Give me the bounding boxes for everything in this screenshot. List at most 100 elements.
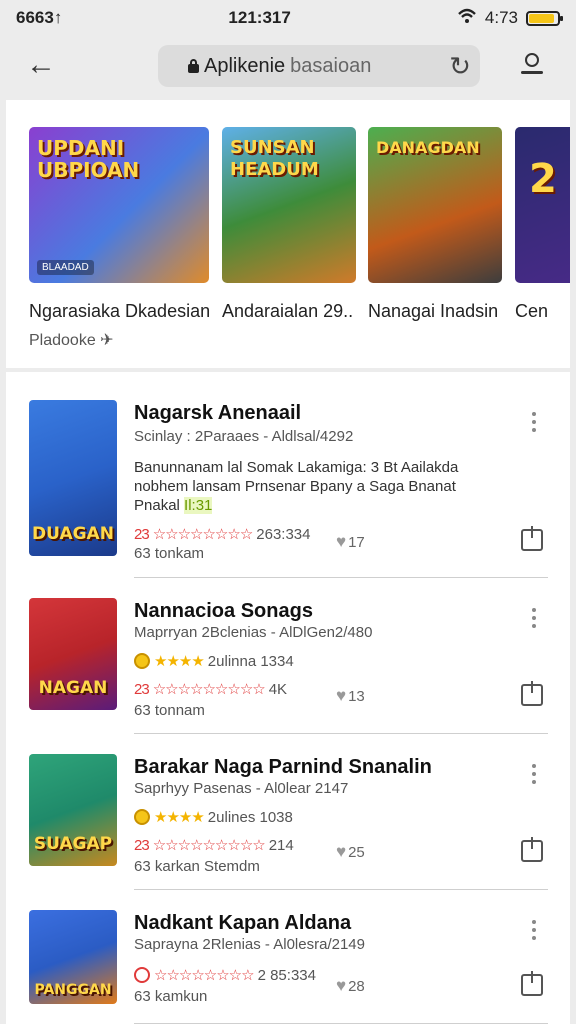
app-icon[interactable]: NAGAN <box>29 598 117 710</box>
featured-title: Nanagai Inadsin <box>368 301 499 321</box>
app-description-highlight: Il:31 <box>184 497 213 514</box>
wifi-icon <box>457 8 477 29</box>
gold-rating-line: ★★★★ 2ulinna 1334 <box>134 652 294 670</box>
featured-title: Andaraialan 29.. <box>222 301 354 321</box>
likes-count: 28 <box>348 978 365 995</box>
gold-star-icon: ★★★★ <box>154 809 205 826</box>
url-path: basaioan <box>290 54 372 77</box>
share-icon[interactable] <box>521 971 543 996</box>
star-rating-icon: ☆☆☆☆☆☆☆☆☆ <box>152 681 266 698</box>
gold-star-icon: ★★★★ <box>154 653 205 670</box>
share-icon[interactable] <box>521 526 543 551</box>
rating-count: 2 85:334 <box>257 966 316 984</box>
app-description-text: Banunnanam lal Somak Lakamiga: 3 Bt Aail… <box>134 459 459 514</box>
likes[interactable]: ♥ 28 <box>336 976 365 996</box>
more-options-icon[interactable] <box>524 608 544 634</box>
app-meta: Scinlay : 2Paraaes - Aldlsal/4292 <box>134 428 354 445</box>
likes-count: 17 <box>348 534 365 551</box>
status-bar: 6663↑ 121:317 4:73 <box>0 0 576 36</box>
featured-thumbnail[interactable]: DANAGDAN <box>368 127 502 283</box>
featured-title: Cen <box>515 301 549 321</box>
reload-icon[interactable]: ↻ <box>446 52 474 80</box>
rating-prefix: 23 <box>134 836 150 854</box>
download-count: 63 karkan Stemdm <box>134 858 260 875</box>
featured-logo: SUNSAN HEADUM <box>230 137 319 180</box>
share-icon[interactable] <box>521 837 543 862</box>
rating-line: 23 ☆☆☆☆☆☆☆☆☆ 214 <box>134 836 294 855</box>
app-name[interactable]: Nadkant Kapan Aldana <box>134 912 351 935</box>
list-item[interactable]: PANGGAN Nadkant Kapan Aldana Saprayna 2R… <box>6 890 570 1024</box>
coin-icon <box>134 809 150 825</box>
app-icon-text: PANGGAN <box>34 982 112 998</box>
likes[interactable]: ♥ 25 <box>336 842 365 862</box>
featured-thumbnail[interactable]: SUNSAN HEADUM <box>222 127 356 283</box>
list-item[interactable]: SUAGAP Barakar Naga Parnind Snanalin Sap… <box>6 734 570 890</box>
rating-prefix: 23 <box>134 680 150 698</box>
more-options-icon[interactable] <box>524 920 544 946</box>
rating-count: 214 <box>268 836 294 854</box>
list-item[interactable]: NAGAN Nannacioa Sonags Maprryan 2Bclenia… <box>6 578 570 734</box>
featured-title: Ngarasiaka Dkadesian <box>29 301 211 321</box>
account-icon[interactable] <box>516 50 548 82</box>
heart-icon: ♥ <box>336 532 347 551</box>
address-bar[interactable]: Aplikenie basaioan ↻ <box>158 45 480 87</box>
browser-toolbar: ← Aplikenie basaioan ↻ <box>0 36 576 96</box>
featured-item[interactable]: SUNSAN HEADUM Andaraialan 29.. <box>222 127 356 322</box>
url-host: Aplikenie <box>204 54 286 77</box>
likes[interactable]: ♥ 17 <box>336 532 365 552</box>
star-rating-icon: ☆☆☆☆☆☆☆☆ <box>154 967 255 984</box>
app-icon[interactable]: SUAGAP <box>29 754 117 866</box>
app-name[interactable]: Barakar Naga Parnind Snanalin <box>134 756 432 779</box>
list-item[interactable]: DUAGAN Nagarsk Anenaail Scinlay : 2Paraa… <box>6 372 570 578</box>
app-meta: Saprayna 2Rlenias - Al0lesra/2149 <box>134 936 365 953</box>
app-icon[interactable]: DUAGAN <box>29 400 117 556</box>
app-meta: Saprhyy Pasenas - Al0lear 2147 <box>134 780 349 797</box>
star-rating-icon: ☆☆☆☆☆☆☆☆ <box>152 526 254 543</box>
rating-count: 263:334 <box>256 525 311 543</box>
featured-item[interactable]: DANAGDAN Nanagai Inadsin <box>368 127 502 322</box>
back-arrow-icon[interactable]: ← <box>22 50 60 82</box>
more-options-icon[interactable] <box>524 412 544 438</box>
app-icon-text: NAGAN <box>38 678 108 698</box>
app-meta: Maprryan 2Bclenias - AlDlGen2/480 <box>134 624 373 641</box>
more-options-icon[interactable] <box>524 764 544 790</box>
status-left-text: 6663↑ <box>16 8 63 27</box>
featured-logo: DANAGDAN <box>376 138 480 157</box>
battery-icon <box>526 10 563 26</box>
featured-item[interactable]: 2 Cen <box>515 127 570 322</box>
app-icon-text: SUAGAP <box>33 834 113 854</box>
share-icon[interactable] <box>521 681 543 706</box>
gold-rating-text: 2ulinna 1334 <box>207 652 294 670</box>
star-rating-icon: ☆☆☆☆☆☆☆☆☆ <box>152 837 266 854</box>
app-icon-text: DUAGAN <box>32 524 114 544</box>
heart-icon: ♥ <box>336 686 347 705</box>
likes[interactable]: ♥ 13 <box>336 686 365 706</box>
rating-line: 23 ☆☆☆☆☆☆☆☆☆ 4K <box>134 680 288 699</box>
app-name[interactable]: Nannacioa Sonags <box>134 600 313 623</box>
rating-line: ☆☆☆☆☆☆☆☆ 2 85:334 <box>134 966 316 984</box>
featured-thumbnail[interactable]: UPDANI UBPIOAN BLAADAD <box>29 127 209 283</box>
likes-count: 13 <box>348 688 365 705</box>
clock-icon <box>134 967 150 983</box>
gold-rating-line: ★★★★ 2ulines 1038 <box>134 808 293 826</box>
app-icon[interactable]: PANGGAN <box>29 910 117 1004</box>
featured-subtitle: Pladooke ✈ <box>29 332 114 349</box>
likes-count: 25 <box>348 844 365 861</box>
gold-rating-text: 2ulines 1038 <box>207 808 293 826</box>
featured-carousel[interactable]: UPDANI UBPIOAN BLAADAD Ngarasiaka Dkades… <box>6 100 570 368</box>
app-name[interactable]: Nagarsk Anenaail <box>134 402 301 425</box>
heart-icon: ♥ <box>336 842 347 861</box>
coin-icon <box>134 653 150 669</box>
app-description: Banunnanam lal Somak Lakamiga: 3 Bt Aail… <box>134 458 504 515</box>
download-count: 63 tonkam <box>134 545 205 562</box>
rating-count: 4K <box>268 680 288 698</box>
download-count: 63 kamkun <box>134 988 208 1005</box>
download-count: 63 tonnam <box>134 702 205 719</box>
rating-line: 23 ☆☆☆☆☆☆☆☆ 263:334 <box>134 525 311 544</box>
battery-percent: 4:73 <box>484 8 518 27</box>
featured-item[interactable]: UPDANI UBPIOAN BLAADAD Ngarasiaka Dkades… <box>29 127 211 350</box>
featured-thumbnail[interactable]: 2 <box>515 127 570 283</box>
lock-icon <box>188 59 199 73</box>
rating-prefix: 23 <box>134 525 150 543</box>
featured-logo: 2 <box>529 156 557 202</box>
